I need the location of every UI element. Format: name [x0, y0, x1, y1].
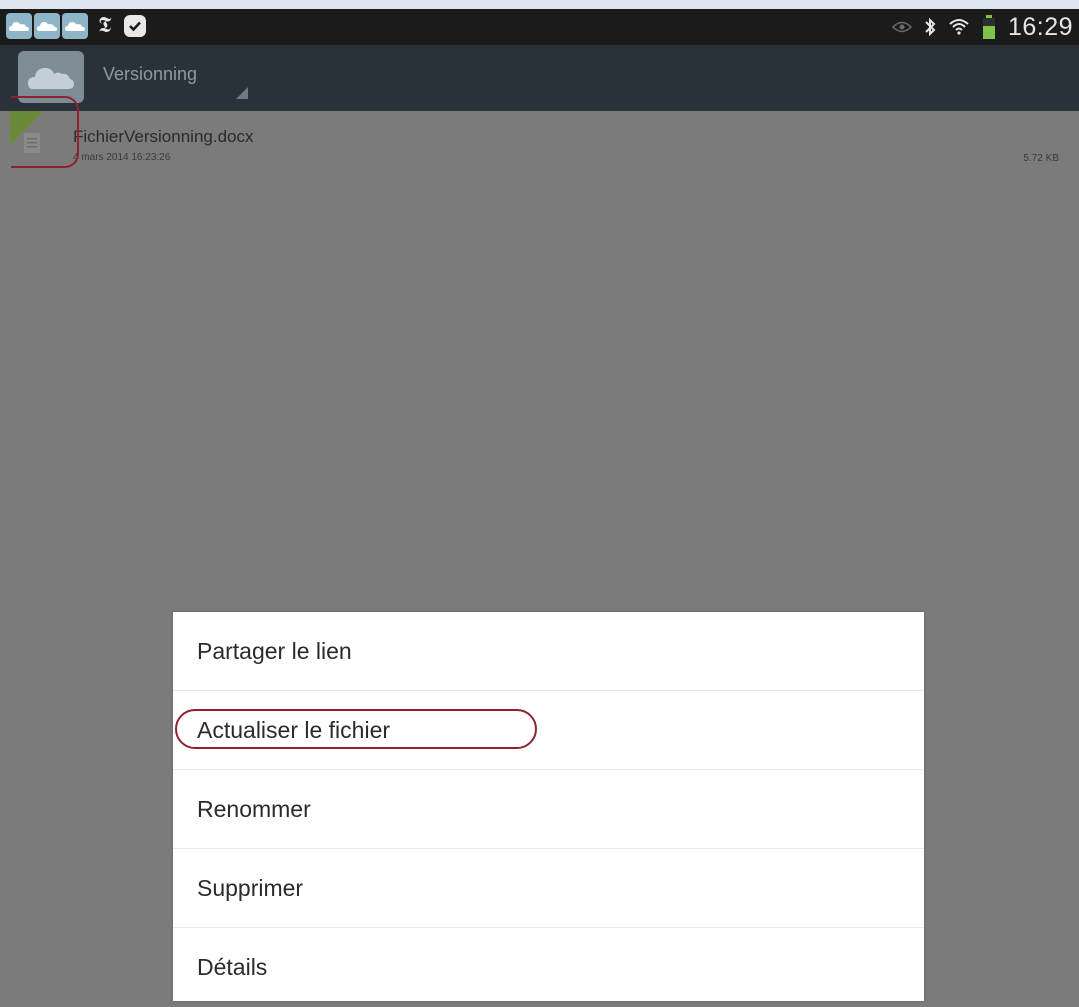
menu-item-label: Supprimer: [197, 874, 304, 901]
menu-item-rename[interactable]: Renommer: [173, 770, 924, 849]
folder-spinner-title[interactable]: Versionning: [103, 64, 197, 85]
menu-item-share-link[interactable]: Partager le lien: [173, 612, 924, 691]
cloud-icon: [6, 13, 32, 39]
bluetooth-icon: [924, 16, 936, 38]
file-name: FichierVersionning.docx: [73, 127, 254, 146]
file-size: 5.72 KB: [1023, 153, 1059, 164]
menu-item-label: Détails: [197, 954, 268, 980]
wifi-icon: [948, 16, 970, 38]
menu-item-delete[interactable]: Supprimer: [173, 849, 924, 928]
spinner-corner-icon: [236, 87, 248, 99]
menu-item-label: Renommer: [197, 795, 311, 822]
menu-item-label: Partager le lien: [197, 637, 352, 664]
battery-icon: [982, 14, 996, 40]
annotation-outline-refresh: [175, 709, 537, 749]
newspaper-icon: 𝕿: [98, 13, 112, 38]
cloud-icon: [62, 13, 88, 39]
check-icon: [123, 15, 146, 37]
action-bar: Versionning: [0, 45, 1079, 111]
system-icons: 16:29: [891, 9, 1073, 45]
status-bar: 𝕿 16:29: [0, 9, 1079, 45]
file-list-item[interactable]: FichierVersionning.docx 4 mars 2014 16:2…: [0, 111, 1079, 173]
top-strip: [0, 0, 1079, 9]
clock: 16:29: [1007, 12, 1073, 41]
menu-item-details[interactable]: Détails: [173, 928, 924, 1007]
context-menu: Partager le lien Actualiser le fichier R…: [173, 612, 924, 1001]
notification-icons: 𝕿: [6, 13, 146, 39]
cloud-icon: [28, 68, 74, 89]
cloud-icon: [34, 13, 60, 39]
eye-icon: [891, 20, 912, 34]
annotation-outline-file-icon: [11, 96, 79, 168]
file-date: 4 mars 2014 16:23:26: [73, 152, 171, 163]
